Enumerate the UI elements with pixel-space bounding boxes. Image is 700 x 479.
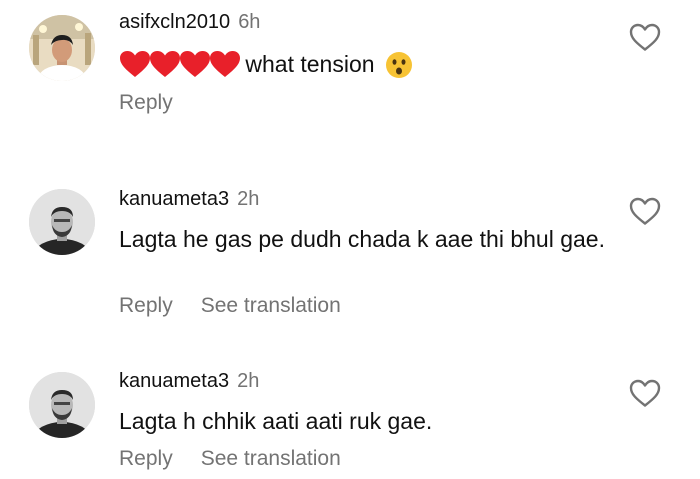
see-translation-button[interactable]: See translation	[201, 447, 341, 470]
avatar[interactable]	[29, 15, 95, 81]
comment-header: kanuameta3 2h	[119, 187, 259, 211]
heart-outline-icon	[629, 197, 661, 225]
heart-emoji-icon	[180, 51, 210, 77]
avatar[interactable]	[29, 372, 95, 438]
astonished-face-emoji-icon	[381, 51, 413, 78]
comment-text: what tension	[119, 49, 609, 79]
heart-emoji-icon	[210, 51, 240, 77]
comment-text: Lagta he gas pe dudh chada k aae thi bhu…	[119, 226, 605, 252]
username[interactable]: kanuameta3	[119, 370, 229, 392]
comment-item: kanuameta3 2h Lagta he gas pe dudh chada …	[0, 180, 700, 330]
timestamp: 6h	[238, 11, 261, 33]
username[interactable]: asifxcln2010	[119, 11, 230, 33]
comment-header: kanuameta3 2h	[119, 369, 259, 393]
username[interactable]: kanuameta3	[119, 188, 229, 210]
avatar[interactable]	[29, 189, 95, 255]
comment-actions: Reply	[119, 90, 173, 116]
reply-button[interactable]: Reply	[119, 294, 173, 317]
timestamp: 2h	[237, 188, 260, 210]
comment-text: Lagta h chhik aati aati ruk gae.	[119, 408, 433, 434]
comment-header: asifxcln2010 6h	[119, 10, 260, 34]
comment-actions: Reply See translation	[119, 446, 341, 472]
heart-outline-icon	[629, 379, 661, 407]
heart-outline-icon	[629, 23, 661, 51]
see-translation-button[interactable]: See translation	[201, 294, 341, 317]
like-button[interactable]	[628, 22, 662, 52]
heart-emoji-icon	[120, 51, 150, 77]
reply-button[interactable]: Reply	[119, 91, 173, 114]
like-button[interactable]	[628, 378, 662, 408]
heart-emoji-icon	[150, 51, 180, 77]
comment-item: asifxcln2010 6h what tension Reply	[0, 0, 700, 150]
timestamp: 2h	[237, 370, 260, 392]
heart-emoji-group	[119, 51, 245, 77]
like-button[interactable]	[628, 196, 662, 226]
reply-button[interactable]: Reply	[119, 447, 173, 470]
comment-item: kanuameta3 2h Lagta h chhik aati aati ruk…	[0, 363, 700, 479]
comment-actions: Reply See translation	[119, 293, 341, 319]
comment-text-body: what tension	[245, 51, 375, 77]
